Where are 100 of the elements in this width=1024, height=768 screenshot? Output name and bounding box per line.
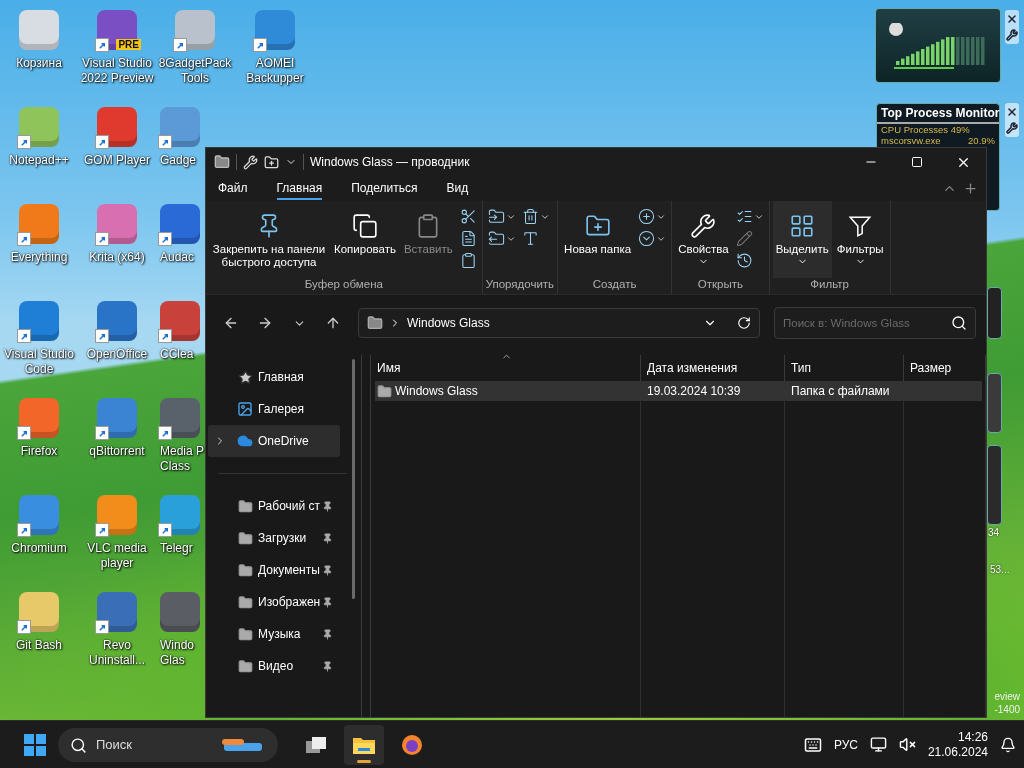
- close-icon[interactable]: [1006, 13, 1018, 25]
- nav-item-label: Видео: [258, 659, 295, 673]
- language-indicator[interactable]: РУС: [833, 737, 858, 752]
- taskbar-search-field[interactable]: Поиск: [58, 727, 278, 762]
- nav-item[interactable]: Галерея: [208, 393, 340, 425]
- process-name: CPU Processes 49%: [881, 124, 970, 135]
- ribbon-group-label: Открыть: [696, 278, 744, 292]
- address-bar[interactable]: Windows Glass: [358, 308, 760, 338]
- app-icon[interactable]: [160, 398, 200, 438]
- star-icon: [237, 369, 253, 385]
- nav-item-label: Музыка: [258, 627, 302, 641]
- folder-plus-icon[interactable]: [264, 154, 279, 170]
- nav-item-label: Документы: [258, 563, 321, 577]
- copy-icon: [351, 213, 378, 239]
- folder-icon: [377, 384, 392, 399]
- search-field[interactable]: Поиск в: Windows Glass: [774, 307, 976, 339]
- notifications-icon[interactable]: [1000, 736, 1016, 753]
- nav-item[interactable]: Музыка: [208, 618, 340, 650]
- breadcrumb-item[interactable]: Windows Glass: [407, 316, 490, 330]
- taskbar-app[interactable]: [344, 724, 384, 765]
- folder-icon: [237, 562, 253, 578]
- nav-item[interactable]: Документы: [208, 554, 340, 586]
- nav-item[interactable]: Рабочий ст: [208, 490, 340, 522]
- monitor-icon[interactable]: [869, 736, 887, 753]
- ribbon-tab[interactable]: Главная: [276, 177, 323, 200]
- clipboard-icon: [459, 252, 477, 269]
- forward-arrow-icon: [257, 315, 273, 331]
- ribbon-tab[interactable]: Вид: [446, 177, 469, 200]
- ribbon-button[interactable]: Новая папка: [561, 201, 635, 278]
- process-value: 20.9%: [968, 135, 995, 146]
- folder-icon: [237, 626, 253, 642]
- app-icon[interactable]: [160, 204, 200, 244]
- task-view-icon: [304, 734, 328, 755]
- nav-item-label: OneDrive: [258, 434, 309, 448]
- folder-icon: [237, 498, 253, 514]
- app-icon[interactable]: [19, 301, 59, 341]
- app-icon[interactable]: [255, 10, 295, 50]
- maximize-icon: [911, 156, 923, 168]
- image-icon: [237, 401, 253, 417]
- pencil-icon: [735, 230, 753, 247]
- nav-item[interactable]: Видео: [208, 650, 340, 682]
- text-icon: [521, 230, 539, 247]
- folder-icon: [237, 594, 253, 610]
- scissors-icon: [459, 208, 477, 225]
- search-icon: [951, 315, 967, 331]
- folder-icon: [237, 658, 253, 674]
- ribbon-tab[interactable]: Файл: [218, 177, 248, 200]
- app-icon[interactable]: [19, 398, 59, 438]
- plus-icon[interactable]: [963, 181, 978, 196]
- file-row[interactable]: Windows Glass 19.03.2024 10:39 Папка с файлами: [375, 381, 982, 401]
- browser-icon: [400, 732, 424, 757]
- app-icon[interactable]: [97, 592, 137, 632]
- gadget-text: 34: [988, 527, 1000, 538]
- ribbon-button[interactable]: Фильтры: [833, 201, 887, 278]
- nav-item-label: Галерея: [258, 402, 305, 416]
- cloud-icon: [237, 433, 253, 449]
- app-icon[interactable]: [97, 107, 137, 147]
- wrench-icon[interactable]: [1006, 122, 1018, 134]
- muted-speaker-icon[interactable]: [898, 736, 916, 753]
- grid-icon: [789, 213, 816, 239]
- app-icon[interactable]: [97, 398, 137, 438]
- ribbon-button[interactable]: Свойства: [675, 201, 732, 278]
- checklist-icon: [735, 208, 753, 225]
- ribbon-group-label: Упорядочить: [485, 278, 555, 292]
- app-icon[interactable]: [19, 495, 59, 535]
- wrench-icon[interactable]: [1006, 29, 1018, 41]
- app-icon[interactable]: [160, 107, 200, 147]
- folder-arrow-icon: [487, 208, 505, 225]
- ribbon-button[interactable]: Выделить: [772, 201, 832, 278]
- app-icon[interactable]: [160, 301, 200, 341]
- chevron-circle-icon: [638, 230, 656, 247]
- nav-item-label: Изображен: [258, 595, 322, 609]
- close-icon[interactable]: [1006, 106, 1018, 118]
- folder-arrow-icon: [487, 230, 505, 247]
- nav-item[interactable]: Главная: [208, 361, 340, 393]
- refresh-icon[interactable]: [737, 316, 751, 330]
- nav-item-label: Главная: [258, 370, 304, 384]
- folder-icon: [237, 530, 253, 546]
- app-icon[interactable]: [97, 204, 137, 244]
- app-icon[interactable]: [97, 495, 137, 535]
- ribbon-button[interactable]: Копировать: [331, 201, 399, 278]
- wrench-icon: [690, 213, 717, 239]
- nav-item[interactable]: Изображен: [208, 586, 340, 618]
- nav-item-label: Загрузки: [258, 531, 308, 545]
- plus-circle-icon: [638, 208, 656, 225]
- ribbon-group-label: Создать: [591, 278, 638, 292]
- folder-icon: [214, 154, 230, 170]
- nav-item-label: Рабочий ст: [258, 499, 322, 513]
- app-icon[interactable]: [97, 301, 137, 341]
- nav-item[interactable]: Загрузки: [208, 522, 340, 554]
- search-icon: [70, 736, 87, 754]
- ribbon-tab[interactable]: Поделиться: [351, 177, 418, 200]
- nav-item[interactable]: OneDrive: [208, 425, 340, 457]
- gadget-text: 53...: [990, 564, 1010, 575]
- app-icon[interactable]: [160, 495, 200, 535]
- window-title: Windows Glass — проводник: [310, 155, 470, 169]
- clock[interactable]: 14:26 21.06.2024: [927, 729, 988, 760]
- ribbon-button[interactable]: Закрепить на панели быстрого доступа: [209, 201, 329, 278]
- app-icon[interactable]: [19, 204, 59, 244]
- keyboard-icon[interactable]: [803, 735, 822, 754]
